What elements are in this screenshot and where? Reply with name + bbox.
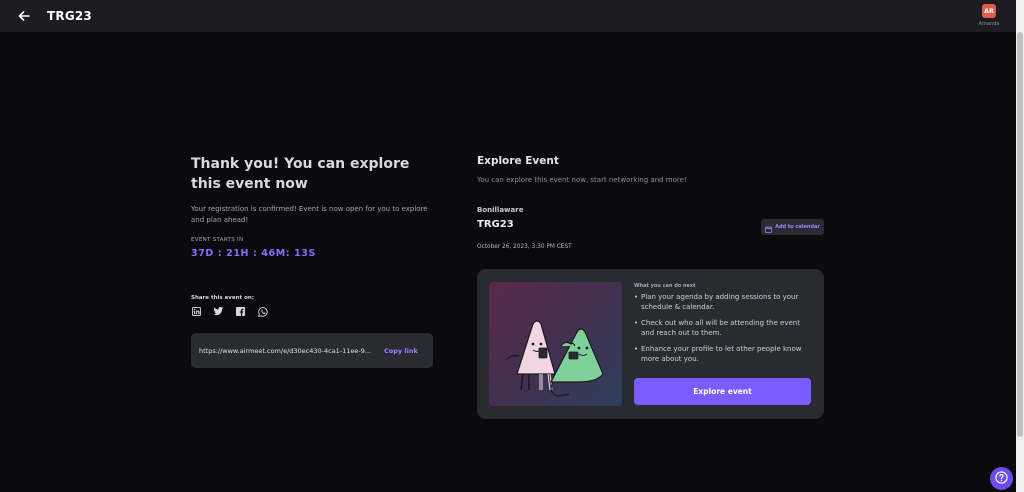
list-item: Check out who all will be attending the … bbox=[634, 318, 812, 338]
event-link[interactable]: https://www.airmeet.com/e/d30ec430-4ca1-… bbox=[199, 347, 371, 355]
explore-panel: Explore Event You can explore this event… bbox=[477, 155, 824, 250]
copy-link-button[interactable]: Copy link bbox=[384, 347, 418, 355]
explore-subtitle: You can explore this event now, start ne… bbox=[477, 176, 687, 184]
illustration-image bbox=[489, 282, 622, 406]
list-item: Plan your agenda by adding sessions to y… bbox=[634, 292, 812, 312]
list-item: Enhance your profile to let other people… bbox=[634, 344, 812, 364]
event-date: October 26, 2023, 3:30 PM CEST bbox=[477, 244, 572, 250]
avatar-name: Amanda bbox=[978, 21, 1000, 27]
event-starts-label: EVENT STARTS IN bbox=[191, 237, 244, 243]
help-icon bbox=[995, 469, 1008, 488]
back-arrow-icon[interactable] bbox=[16, 8, 32, 24]
explore-event-button[interactable]: Explore event bbox=[634, 378, 811, 405]
event-name: TRG23 bbox=[477, 219, 514, 230]
organizer-name: Bonillaware bbox=[477, 206, 524, 214]
add-to-calendar-label: Add to calendar bbox=[775, 224, 820, 230]
share-label: Share this event on: bbox=[191, 295, 254, 301]
event-title: TRG23 bbox=[47, 9, 92, 23]
event-link-box: https://www.airmeet.com/e/d30ec430-4ca1-… bbox=[191, 333, 433, 368]
whatsapp-icon[interactable] bbox=[257, 306, 268, 317]
next-steps-card: What you can do next Plan your agenda by… bbox=[477, 269, 824, 419]
user-menu[interactable]: AR Amanda bbox=[975, 4, 1003, 27]
linkedin-icon[interactable] bbox=[191, 306, 202, 317]
help-button[interactable] bbox=[990, 467, 1013, 490]
calendar-icon bbox=[765, 218, 772, 237]
confirmation-subtext: Your registration is confirmed! Event is… bbox=[191, 205, 428, 224]
confirmation-heading: Thank you! You can explore this event no… bbox=[191, 156, 410, 192]
scrollbar-thumb[interactable] bbox=[1017, 32, 1023, 437]
explore-title: Explore Event bbox=[477, 155, 559, 167]
next-steps-label: What you can do next bbox=[634, 283, 696, 289]
confirmation-panel: Thank you! You can explore this event no… bbox=[191, 154, 433, 317]
countdown-timer: 37D : 21H : 46M: 13S bbox=[191, 248, 316, 259]
social-share-row bbox=[191, 306, 268, 317]
add-to-calendar-button[interactable]: Add to calendar bbox=[761, 219, 824, 235]
avatar: AR bbox=[982, 4, 996, 18]
top-bar: TRG23 AR Amanda bbox=[0, 0, 1020, 32]
facebook-icon[interactable] bbox=[235, 306, 246, 317]
next-steps-list: Plan your agenda by adding sessions to y… bbox=[634, 292, 812, 370]
twitter-icon[interactable] bbox=[213, 306, 224, 317]
